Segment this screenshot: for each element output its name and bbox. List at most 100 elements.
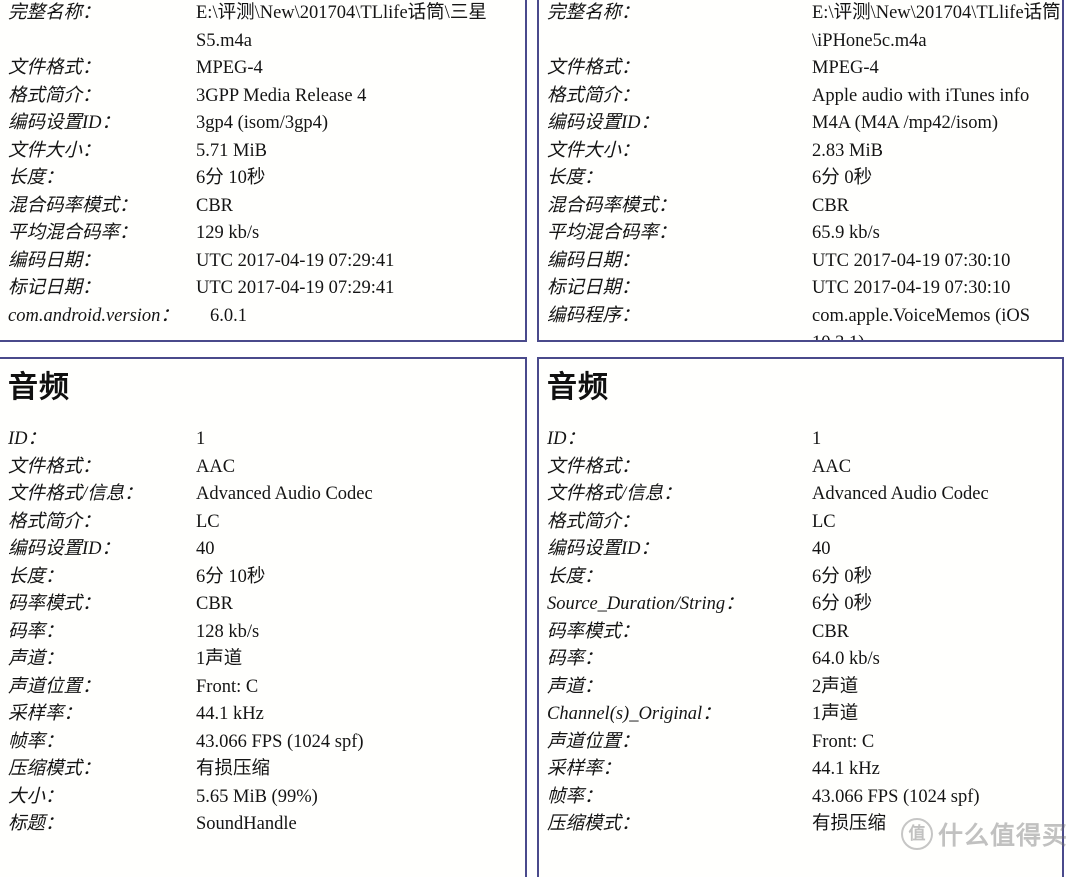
info-row: com.android.version： 6.0.1 xyxy=(8,303,525,331)
info-row: 格式简介： LC xyxy=(547,509,1062,537)
info-row-value: 有损压缩 xyxy=(812,814,887,834)
info-row-label: 混合码率模式： xyxy=(547,195,677,216)
info-row-value: com.apple.VoiceMemos (iOS 10.3.1) xyxy=(812,305,1031,341)
info-row-value: 3gp4 (isom/3gp4) xyxy=(196,113,329,133)
info-row: 帧率： 43.066 FPS (1024 spf) xyxy=(547,784,1062,812)
info-row: ID： 1 xyxy=(8,426,525,454)
info-row-value: 40 xyxy=(812,539,831,559)
info-row-value: UTC 2017-04-19 07:29:41 xyxy=(196,278,395,298)
info-row-label: 格式简介： xyxy=(547,511,640,532)
info-row-value: M4A (M4A /mp42/isom) xyxy=(812,113,999,133)
info-row: 码率： 64.0 kb/s xyxy=(547,646,1062,674)
info-row-label: 声道： xyxy=(8,649,64,669)
panel-body: 音频 ID： 1 文件格式： AAC 文件格式/信息： Advanced Audio Co… xyxy=(539,359,1062,839)
info-row-label: 声道位置： xyxy=(547,731,640,752)
info-row: 长度： 6分 0秒 xyxy=(547,564,1062,592)
info-row: 格式简介： Apple audio with iTunes info xyxy=(547,83,1062,111)
info-row-value: 6分 0秒 xyxy=(812,566,873,587)
info-row-label: ID： xyxy=(8,429,47,449)
general-info-panel-left: 完整名称： E:\评测\New\201704\TLlife话筒\三星 S5.m4a… xyxy=(0,0,527,342)
info-row-value: 64.0 kb/s xyxy=(812,649,880,669)
info-row: 声道位置： Front: C xyxy=(547,729,1062,757)
info-row-value: AAC xyxy=(196,456,236,477)
info-row-label: 文件格式/信息： xyxy=(8,484,143,504)
info-row-value: 5.71 MiB xyxy=(196,140,267,161)
info-row-value: 44.1 kHz xyxy=(196,704,264,724)
info-row-label: 编码设置ID： xyxy=(8,113,121,133)
info-row-label: 标题： xyxy=(8,814,64,834)
info-row-label: 完整名称： xyxy=(547,3,640,23)
info-row-value: 40 xyxy=(196,539,215,559)
info-row-value: 1 xyxy=(812,429,822,449)
info-row: 码率模式： CBR xyxy=(547,619,1062,647)
info-row-label: 格式简介： xyxy=(8,511,101,532)
audio-info-panel-right: 音频 ID： 1 文件格式： AAC 文件格式/信息： Advanced Audio Co… xyxy=(537,357,1064,877)
info-row-label: 文件格式： xyxy=(8,58,101,78)
info-row: 大小： 5.65 MiB (99%) xyxy=(8,784,525,812)
info-row: 声道： 1声道 xyxy=(8,646,525,674)
info-row-value: Advanced Audio Codec xyxy=(812,484,989,504)
info-row-label: 文件大小： xyxy=(547,140,640,161)
info-row: 标记日期： UTC 2017-04-19 07:29:41 xyxy=(8,275,525,303)
info-row: 格式简介： 3GPP Media Release 4 xyxy=(8,83,525,111)
info-row-label: 压缩模式： xyxy=(8,759,101,779)
audio-info-panel-left: 音频 ID： 1 文件格式： AAC 文件格式/信息： Advanced Audio Co… xyxy=(0,357,527,877)
info-row-value: CBR xyxy=(196,594,234,614)
info-row-label: 帧率： xyxy=(8,731,64,752)
info-row-label: 长度： xyxy=(8,566,64,587)
info-row-label: com.android.version： xyxy=(8,305,179,326)
info-row-label: 编码程序： xyxy=(547,305,640,326)
info-row-value: AAC xyxy=(812,456,852,477)
info-row-label: 混合码率模式： xyxy=(8,195,138,216)
general-info-panel-right: 完整名称： E:\评测\New\201704\TLlife话筒 \iPHone5c… xyxy=(537,0,1064,342)
info-row-value: 3GPP Media Release 4 xyxy=(196,85,367,106)
info-row: 格式简介： LC xyxy=(8,509,525,537)
info-row-label: 平均混合码率： xyxy=(547,223,677,243)
info-row-value: 2.83 MiB xyxy=(812,140,883,161)
info-row: 文件格式/信息： Advanced Audio Codec xyxy=(547,481,1062,509)
rows-container: ID： 1 文件格式： AAC 文件格式/信息： Advanced Audio Codec… xyxy=(547,426,1062,839)
info-row-value: 44.1 kHz xyxy=(812,759,880,779)
info-row-value: 6分 10秒 xyxy=(196,168,266,188)
info-row: 编码程序： com.apple.VoiceMemos (iOS 10.3.1) xyxy=(547,303,1062,341)
info-row-value: Front: C xyxy=(812,731,875,752)
info-row-value: 43.066 FPS (1024 spf) xyxy=(196,731,364,752)
info-row-value: 65.9 kb/s xyxy=(812,223,880,243)
info-row-label: 文件格式： xyxy=(547,58,640,78)
info-row-value: 1声道 xyxy=(812,704,859,724)
info-row-label: 标记日期： xyxy=(547,278,640,298)
info-row-label: 大小： xyxy=(8,786,64,807)
info-row-value: 6分 10秒 xyxy=(196,566,266,587)
info-row-value: E:\评测\New\201704\TLlife话筒 \iPHone5c.m4a xyxy=(812,3,1061,51)
rows-container: 完整名称： E:\评测\New\201704\TLlife话筒 \iPHone5c… xyxy=(539,0,1062,341)
info-row-label: 码率模式： xyxy=(547,621,640,642)
info-row-value: 6.0.1 xyxy=(210,305,247,326)
info-row-value: SoundHandle xyxy=(196,814,297,834)
info-row-label: 编码设置ID： xyxy=(547,539,660,559)
info-row-label: 码率： xyxy=(547,649,603,669)
info-row-value: E:\评测\New\201704\TLlife话筒\三星 S5.m4a xyxy=(196,3,487,51)
info-row-value: UTC 2017-04-19 07:30:10 xyxy=(812,250,1011,271)
panel-body: 音频 ID： 1 文件格式： AAC 文件格式/信息： Advanced Audio Co… xyxy=(0,359,525,839)
info-row: 完整名称： E:\评测\New\201704\TLlife话筒\三星 S5.m4a xyxy=(8,0,525,55)
info-row: 标题： SoundHandle xyxy=(8,811,525,839)
info-row-label: 编码设置ID： xyxy=(547,113,660,133)
rows-container: ID： 1 文件格式： AAC 文件格式/信息： Advanced Audio Codec… xyxy=(8,426,525,839)
info-row-label: Source_Duration/String： xyxy=(547,594,744,614)
info-row-value: 5.65 MiB (99%) xyxy=(196,786,318,807)
info-row: Source_Duration/String： 6分 0秒 xyxy=(547,591,1062,619)
info-row-value: UTC 2017-04-19 07:29:41 xyxy=(196,250,395,271)
info-row: 文件格式： AAC xyxy=(8,454,525,482)
info-row-label: 采样率： xyxy=(8,704,83,724)
info-row: 混合码率模式： CBR xyxy=(8,193,525,221)
info-row-label: 完整名称： xyxy=(8,3,101,23)
info-row-value: 6分 0秒 xyxy=(812,594,873,614)
info-row-label: 压缩模式： xyxy=(547,814,640,834)
info-row-label: 长度： xyxy=(8,168,64,188)
info-row-label: 编码日期： xyxy=(547,250,640,271)
info-row: 编码设置ID： 40 xyxy=(547,536,1062,564)
info-row: Channel(s)_Original： 1声道 xyxy=(547,701,1062,729)
info-row: 压缩模式： 有损压缩 xyxy=(8,756,525,784)
info-row: 平均混合码率： 65.9 kb/s xyxy=(547,220,1062,248)
info-row-label: 格式简介： xyxy=(8,85,101,106)
